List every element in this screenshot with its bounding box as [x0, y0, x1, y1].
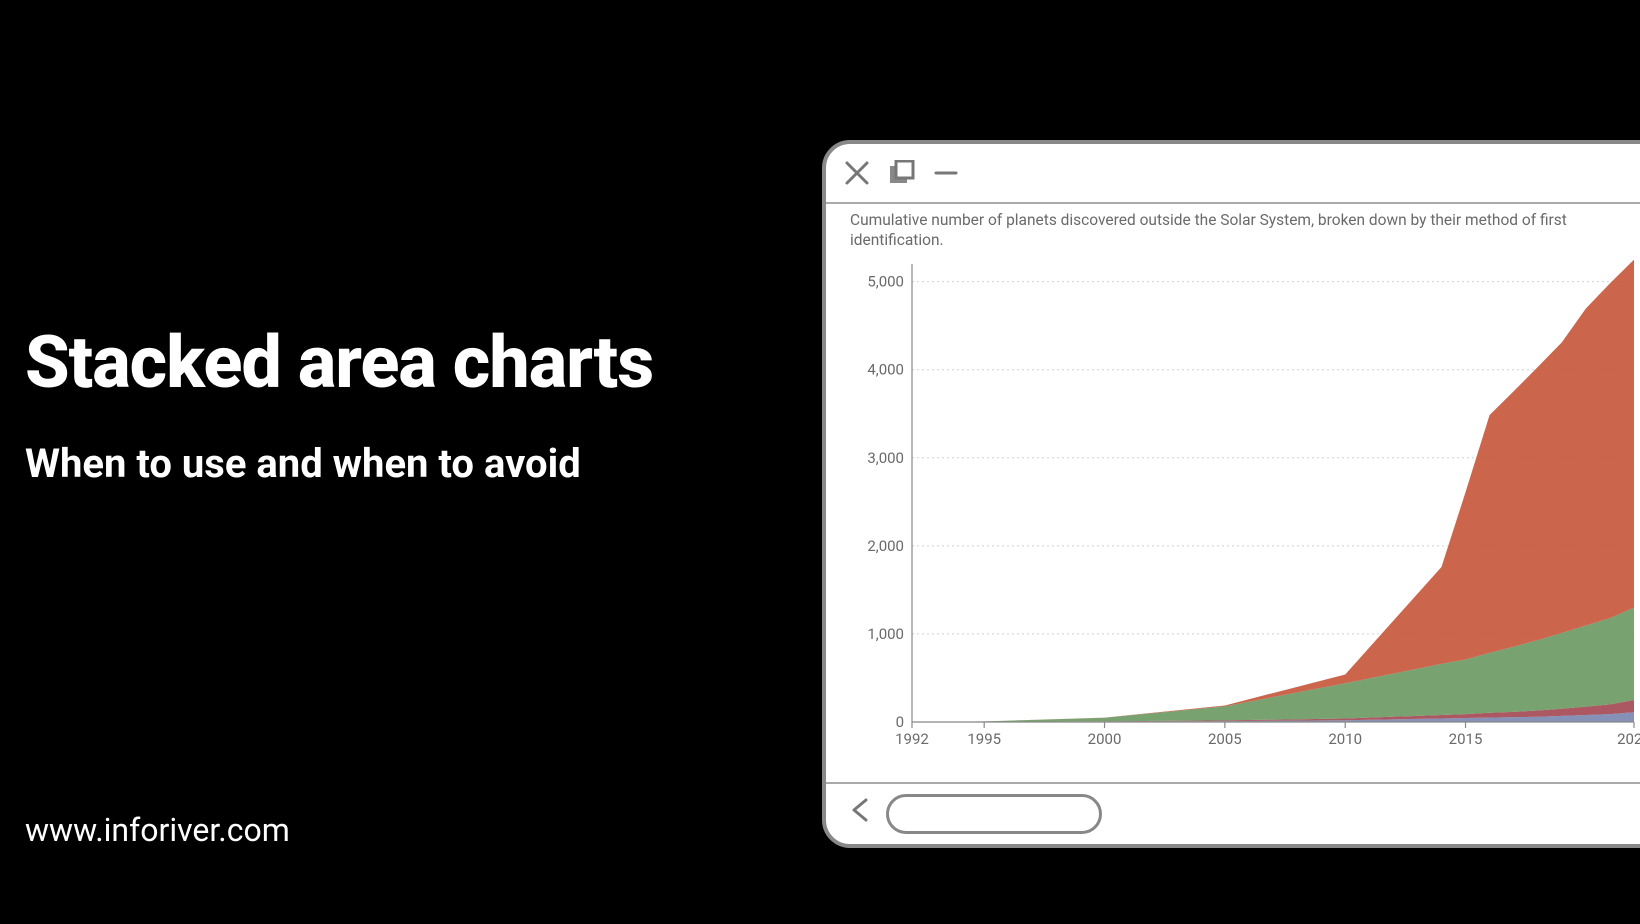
svg-text:5,000: 5,000: [867, 273, 904, 291]
stacked-area-chart: 0 1,000 2,000 3,000 4,000 5,000 1992 1995 2000 20…: [850, 256, 1640, 756]
svg-text:2005: 2005: [1208, 730, 1242, 748]
svg-text:4,000: 4,000: [867, 361, 904, 379]
page-title: Stacked area charts: [25, 320, 653, 405]
browser-window: Cumulative number of planets discovered …: [822, 140, 1640, 848]
minimize-icon[interactable]: [934, 160, 958, 186]
back-icon[interactable]: [848, 796, 872, 832]
page-subtitle: When to use and when to avoid: [25, 440, 581, 487]
svg-text:1,000: 1,000: [867, 625, 904, 643]
svg-text:3,000: 3,000: [867, 449, 904, 467]
svg-text:2010: 2010: [1328, 730, 1362, 748]
chart-caption: Cumulative number of planets discovered …: [850, 210, 1630, 250]
svg-text:1992: 1992: [895, 730, 929, 748]
address-bar[interactable]: [886, 794, 1102, 834]
svg-text:2022: 2022: [1617, 730, 1640, 748]
svg-text:2015: 2015: [1449, 730, 1483, 748]
svg-text:1995: 1995: [967, 730, 1001, 748]
maximize-icon[interactable]: [888, 160, 916, 186]
close-icon[interactable]: [844, 160, 870, 186]
window-bottom-bar: [826, 782, 1640, 844]
window-titlebar: [826, 144, 1640, 204]
svg-text:2000: 2000: [1088, 730, 1122, 748]
svg-text:2,000: 2,000: [867, 537, 904, 555]
footer-url: www.inforiver.com: [25, 811, 290, 849]
chart-container: Cumulative number of planets discovered …: [826, 202, 1640, 784]
svg-text:0: 0: [896, 713, 904, 731]
